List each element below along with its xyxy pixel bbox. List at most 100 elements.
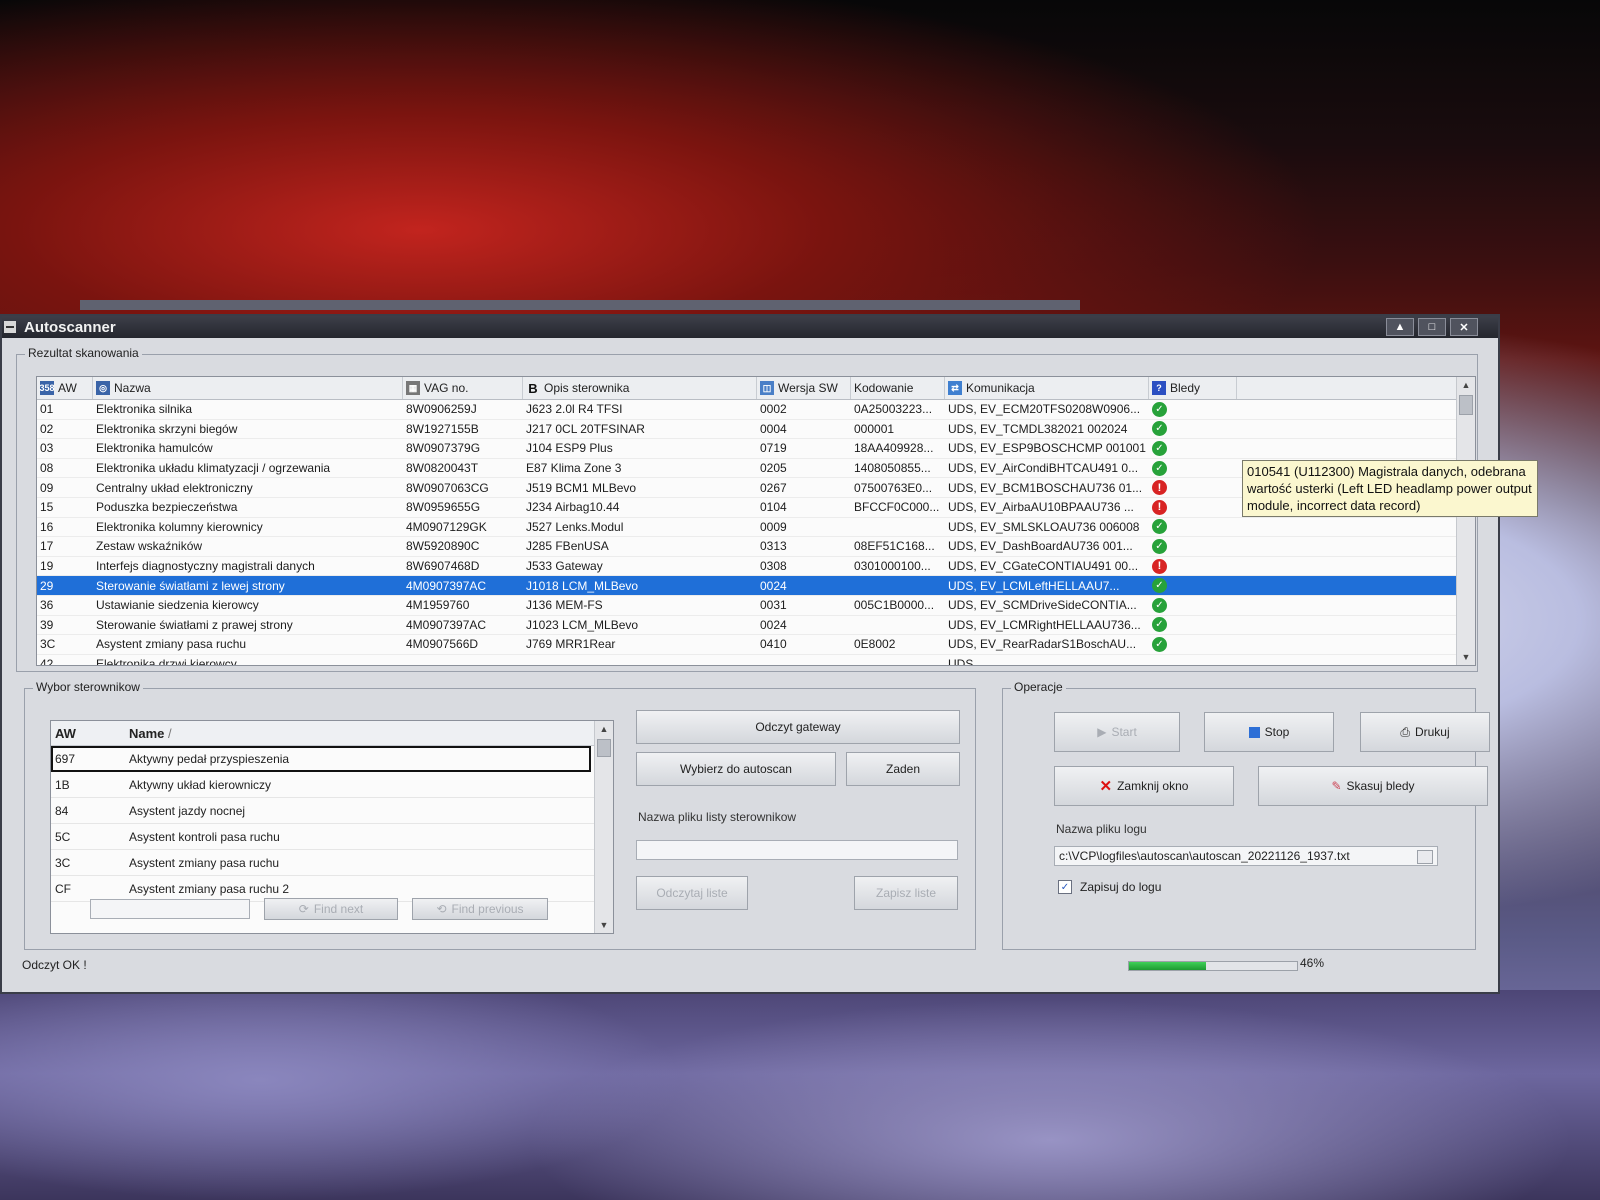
cell-nazwa: Elektronika układu klimatyzacji / ogrzew… xyxy=(96,461,331,476)
error-icon[interactable]: ! xyxy=(1152,480,1167,496)
cell-kod: 08EF51C168... xyxy=(854,539,935,554)
cell-nazwa: Elektronika drzwi kierowcy xyxy=(96,657,237,666)
ok-check-icon[interactable]: ✓ xyxy=(1152,519,1167,535)
cell-kom: UDS, EV_SCMDriveSideCONTIA... xyxy=(948,598,1137,613)
cell-sw: 0024 xyxy=(760,617,787,632)
col-kodowanie-header[interactable]: Kodowanie xyxy=(851,377,945,399)
table-row[interactable]: 36 Ustawianie siedzenia kierowcy 4M1959760… xyxy=(37,596,1475,616)
col-vag-header[interactable]: ▦ VAG no. xyxy=(403,377,523,399)
zapisz-liste-button[interactable]: Zapisz liste xyxy=(854,876,958,910)
cell-aw: 36 xyxy=(40,598,54,613)
table-row[interactable]: 03 Elektronika hamulców 8W0907379G J104 ESP… xyxy=(37,439,1475,459)
cell-nazwa: Interfejs diagnostyczny magistrali danyc… xyxy=(96,559,315,574)
log-file-label: Nazwa pliku logu xyxy=(1056,822,1147,836)
cell-bledy: ! xyxy=(1149,498,1237,517)
table-row[interactable]: 01 Elektronika silnika 8W0906259J J623 2.0l… xyxy=(37,400,1475,420)
odczytaj-liste-button[interactable]: Odczytaj liste xyxy=(636,876,748,910)
cell-nazwa: Ustawianie siedzenia kierowcy xyxy=(96,598,259,613)
table-row[interactable]: 42 Elektronika drzwi kierowcy UDS ... xyxy=(37,655,1475,666)
zapisuj-checkbox-row[interactable]: ✓ Zapisuj do logu xyxy=(1058,880,1161,894)
table-row[interactable]: 02 Elektronika skrzyni biegów 8W1927155B J2… xyxy=(37,420,1475,440)
table-row[interactable]: 3C Asystent zmiany pasa ruchu 4M0907566D J7… xyxy=(37,635,1475,655)
stop-button[interactable]: Stop xyxy=(1204,712,1334,752)
ok-check-icon[interactable]: ✓ xyxy=(1152,440,1167,456)
scroll-down-arrow-icon[interactable]: ▼ xyxy=(1457,649,1475,665)
list-item[interactable]: 84 Asystent jazdy nocnej xyxy=(51,798,613,824)
list-scroll-up-icon[interactable]: ▲ xyxy=(595,721,613,737)
list-item[interactable]: 5C Asystent kontroli pasa ruchu xyxy=(51,824,613,850)
eraser-icon: ✎ xyxy=(1331,779,1342,793)
cell-bledy: ✓ xyxy=(1149,635,1237,654)
list-scroll-down-icon[interactable]: ▼ xyxy=(595,917,613,933)
col-aw-label[interactable]: AW xyxy=(51,726,129,741)
ok-check-icon[interactable]: ✓ xyxy=(1152,460,1167,476)
grid-vertical-scrollbar[interactable]: ▲ ▼ xyxy=(1456,377,1475,665)
browse-icon[interactable] xyxy=(1417,850,1433,864)
find-next-button[interactable]: ⟳ Find next xyxy=(264,898,398,920)
cell-kom: UDS, EV_LCMRightHELLAAU736... xyxy=(948,617,1141,632)
list-item-name: Asystent zmiany pasa ruchu 2 xyxy=(129,881,290,896)
list-item[interactable]: 697 Aktywny pedał przyspieszenia xyxy=(51,746,591,772)
scroll-up-arrow-icon[interactable]: ▲ xyxy=(1457,377,1475,393)
table-row[interactable]: 17 Zestaw wskaźników 8W5920890C J285 FBenUS… xyxy=(37,537,1475,557)
cell-kod: 1408050855... xyxy=(854,461,931,476)
controller-list-file-input[interactable] xyxy=(636,840,958,860)
wybierz-autoscan-button[interactable]: Wybierz do autoscan xyxy=(636,752,836,786)
cell-aw: 42 xyxy=(40,657,54,666)
cell-kod: 07500763E0... xyxy=(854,480,933,495)
table-row[interactable]: 39 Sterowanie światłami z prawej strony 4M… xyxy=(37,616,1475,636)
table-row[interactable]: 29 Sterowanie światłami z lewej strony 4M0… xyxy=(37,576,1475,596)
ok-check-icon[interactable]: ✓ xyxy=(1152,578,1167,594)
cell-aw: 15 xyxy=(40,500,54,515)
list-scroll-thumb[interactable] xyxy=(597,739,611,757)
cell-nazwa: Poduszka bezpieczeństwa xyxy=(96,500,238,515)
col-nazwa-header[interactable]: ◎ Nazwa xyxy=(93,377,403,399)
cell-opis: J1018 LCM_MLBevo xyxy=(526,578,639,593)
log-file-input[interactable]: c:\VCP\logfiles\autoscan\autoscan_202211… xyxy=(1054,846,1438,866)
ok-check-icon[interactable]: ✓ xyxy=(1152,617,1167,633)
odczyt-gateway-button[interactable]: Odczyt gateway xyxy=(636,710,960,744)
maximize-button[interactable]: □ xyxy=(1418,318,1446,336)
title-bar[interactable]: Autoscanner ▲ □ ✕ xyxy=(2,316,1498,338)
close-button[interactable]: ✕ xyxy=(1450,318,1478,336)
col-bledy-header[interactable]: ? Bledy xyxy=(1149,377,1237,399)
zaden-button[interactable]: Zaden xyxy=(846,752,960,786)
col-sw-header[interactable]: ◫ Wersja SW xyxy=(757,377,851,399)
find-previous-button[interactable]: ⟲ Find previous xyxy=(412,898,548,920)
communication-icon: ⇄ xyxy=(948,381,962,395)
cell-kod: BFCCF0C000... xyxy=(854,500,940,515)
minimize-button[interactable]: ▲ xyxy=(1386,318,1414,336)
col-aw-header[interactable]: 358 AW xyxy=(37,377,93,399)
find-text-input[interactable] xyxy=(90,899,250,919)
ok-check-icon[interactable]: ✓ xyxy=(1152,401,1167,417)
list-item[interactable]: 1B Aktywny układ kierowniczy xyxy=(51,772,613,798)
drukuj-button[interactable]: ⎙ Drukuj xyxy=(1360,712,1490,752)
col-opis-header[interactable]: B Opis sterownika xyxy=(523,377,757,399)
cell-sw: 0267 xyxy=(760,480,787,495)
start-button[interactable]: ▶ Start xyxy=(1054,712,1180,752)
cell-kom: UDS, EV_BCM1BOSCHAU736 01... xyxy=(948,480,1143,495)
error-icon[interactable]: ! xyxy=(1152,558,1167,574)
error-icon[interactable]: ! xyxy=(1152,499,1167,515)
cell-bledy: ✓ xyxy=(1149,459,1237,478)
table-row[interactable]: 19 Interfejs diagnostyczny magistrali dan… xyxy=(37,557,1475,577)
ok-check-icon[interactable]: ✓ xyxy=(1152,636,1167,652)
zamknij-okno-button[interactable]: ✕ Zamknij okno xyxy=(1054,766,1234,806)
scroll-thumb[interactable] xyxy=(1459,395,1473,415)
table-row[interactable]: 16 Elektronika kolumny kierownicy 4M090712… xyxy=(37,518,1475,538)
ok-check-icon[interactable]: ✓ xyxy=(1152,538,1167,554)
col-name-label[interactable]: Name / xyxy=(129,726,613,741)
list-vertical-scrollbar[interactable]: ▲ ▼ xyxy=(594,721,613,933)
ok-check-icon[interactable]: ✓ xyxy=(1152,421,1167,437)
cell-aw: 09 xyxy=(40,480,54,495)
scan-results-grid[interactable]: 358 AW ◎ Nazwa ▦ VAG no. B Opis sterownika ◫… xyxy=(36,376,1476,666)
list-item-name: Aktywny pedał przyspieszenia xyxy=(129,751,290,766)
skasuj-bledy-button[interactable]: ✎ Skasuj bledy xyxy=(1258,766,1488,806)
list-item[interactable]: 3C Asystent zmiany pasa ruchu xyxy=(51,850,613,876)
cell-opis: J623 2.0l R4 TFSI xyxy=(526,402,623,417)
zapisuj-checkbox[interactable]: ✓ xyxy=(1058,880,1072,894)
col-komunikacja-header[interactable]: ⇄ Komunikacja xyxy=(945,377,1149,399)
ok-check-icon[interactable]: ✓ xyxy=(1152,597,1167,613)
cell-aw: 01 xyxy=(40,402,54,417)
system-menu-icon[interactable] xyxy=(4,321,16,333)
